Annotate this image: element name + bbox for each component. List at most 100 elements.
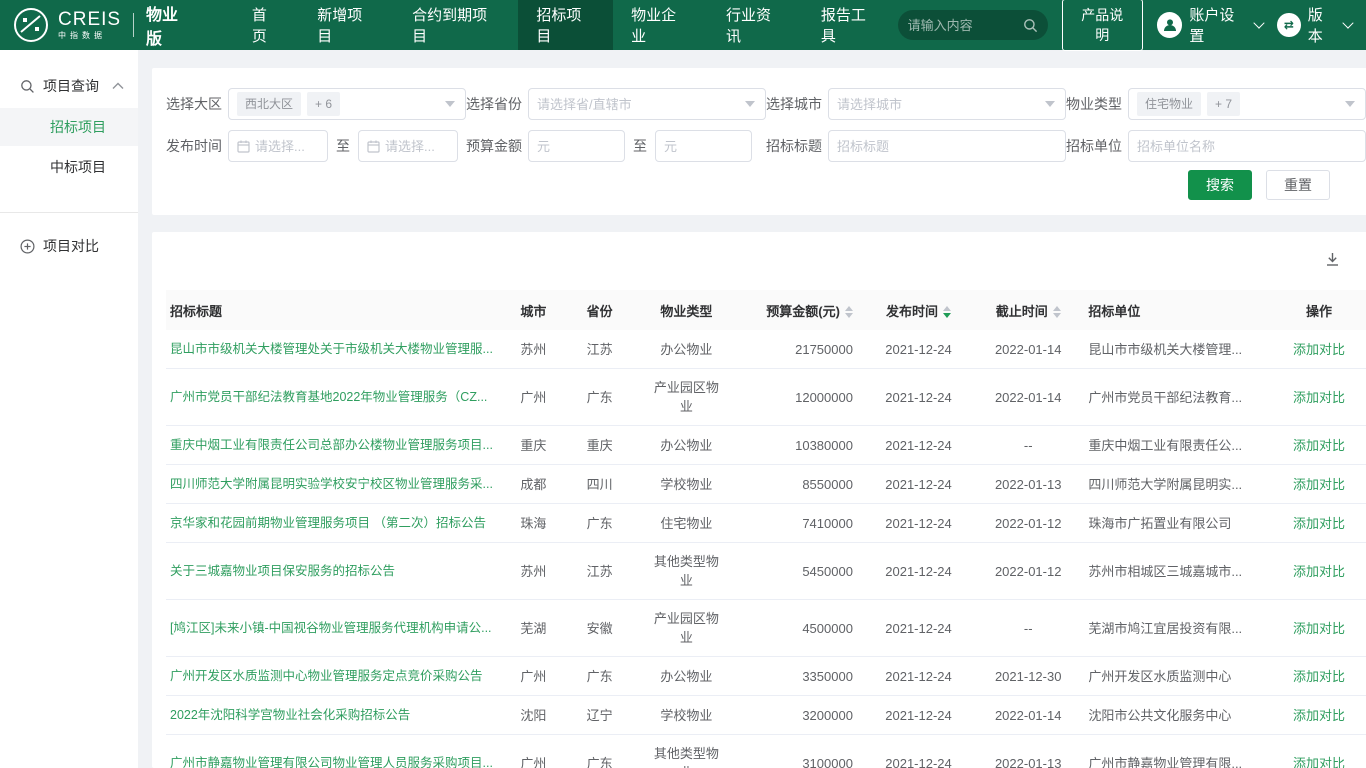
add-compare-link-wrap: 添加对比 [1272,426,1366,465]
type-cell: 办公物业 [660,340,712,359]
budget-min-input[interactable] [537,139,616,154]
add-compare-link-wrap: 添加对比 [1272,465,1366,504]
nav-item-3[interactable]: 招标项目 [518,0,613,50]
bidding-projects-table: 招标标题城市省份物业类型预算金额(元)发布时间截止时间招标单位操作 昆山市市级机… [166,290,1366,768]
publish-date-start-input[interactable] [255,139,319,154]
sidebar-group-project-query[interactable]: 项目查询 [0,72,138,100]
bid-title-link[interactable]: 四川师范大学附属昆明实验学校安宁校区物业管理服务采... [170,475,499,494]
account-settings-menu[interactable]: 账户设置 [1157,4,1263,46]
filter-bid-title: 招标标题 [766,130,1066,162]
add-compare-link[interactable]: 添加对比 [1293,438,1345,453]
add-compare-link[interactable]: 添加对比 [1293,516,1345,531]
column-header-label: 招标标题 [170,304,222,319]
column-header-6[interactable]: 截止时间 [972,290,1084,330]
sort-icon[interactable] [943,306,951,318]
version-menu[interactable]: ⇄ 版本 [1277,4,1352,46]
filter-panel: 选择大区 西北大区+ 6 选择省份 选择城市 [152,68,1366,215]
nav-item-0[interactable]: 首页 [234,0,299,50]
bid-title-link[interactable]: [鸠江区]未来小镇-中国视谷物业管理服务代理机构申请公... [170,619,499,638]
nav-item-5[interactable]: 行业资讯 [708,0,803,50]
download-icon[interactable] [1325,252,1340,267]
city-cell: 苏州 [503,543,564,600]
budget-max-input[interactable] [664,139,743,154]
budget-max-field[interactable] [655,130,752,162]
type-cell: 产业园区物业 [651,378,721,416]
bid-title-link[interactable]: 京华家和花园前期物业管理服务项目 （第二次）招标公告 [170,514,499,533]
global-search-box[interactable] [898,10,1048,40]
bid-unit-input[interactable] [1137,139,1357,154]
column-header-5[interactable]: 发布时间 [865,290,972,330]
top-nav: 首页新增项目合约到期项目招标项目物业企业行业资讯报告工具 [234,0,898,50]
bid-title-link[interactable]: 重庆中烟工业有限责任公司总部办公楼物业管理服务项目... [170,436,499,455]
search-icon[interactable] [1023,18,1038,33]
province-select-input[interactable] [537,97,757,112]
table-toolbar [166,232,1366,276]
bid-title-link[interactable]: 2022年沈阳科学宫物业社会化采购招标公告 [170,706,499,725]
sort-caret-down-icon [943,313,951,318]
publish-date-end-picker[interactable] [358,130,458,162]
nav-item-6[interactable]: 报告工具 [803,0,898,50]
budget-cell: 3200000 [737,696,865,735]
nav-item-1[interactable]: 新增项目 [299,0,394,50]
bid-title-link[interactable]: 昆山市市级机关大楼管理处关于市级机关大楼物业管理服... [170,340,499,359]
city-cell: 广州 [503,657,564,696]
sidebar-item-1[interactable]: 中标项目 [0,148,138,186]
budget-cell: 3100000 [737,735,865,768]
chevron-up-icon[interactable] [112,82,124,90]
reset-button[interactable]: 重置 [1266,170,1330,200]
column-header-label: 预算金额(元) [766,304,840,319]
city-select-input[interactable] [837,97,1057,112]
global-search-input[interactable] [908,18,1023,33]
bid-title-link[interactable]: 广州市静嘉物业管理有限公司物业管理人员服务采购项目... [170,754,499,768]
add-compare-link[interactable]: 添加对比 [1293,669,1345,684]
nav-item-4[interactable]: 物业企业 [613,0,708,50]
bid-title-link[interactable]: 广州开发区水质监测中心物业管理服务定点竞价采购公告 [170,667,499,686]
province-cell: 广东 [564,369,635,426]
type-cell-wrap: 其他类型物业 [635,543,737,600]
product-doc-button[interactable]: 产品说明 [1062,0,1143,51]
publish-date-cell: 2021-12-24 [865,369,972,426]
bid-title-link[interactable]: 广州市党员干部纪法教育基地2022年物业管理服务（CZ... [170,388,499,407]
sort-caret-down-icon [845,313,853,318]
sidebar-item-project-compare[interactable]: 项目对比 [0,229,138,263]
city-cell: 芜湖 [503,600,564,657]
search-button[interactable]: 搜索 [1188,170,1252,200]
publish-date-end-input[interactable] [385,139,449,154]
filter-bid-unit: 招标单位 [1066,130,1366,162]
table-row: 京华家和花园前期物业管理服务项目 （第二次）招标公告珠海广东住宅物业741000… [166,504,1366,543]
bid-title-link-wrap: 广州市党员干部纪法教育基地2022年物业管理服务（CZ... [166,369,503,426]
add-compare-link[interactable]: 添加对比 [1293,621,1345,636]
add-compare-link[interactable]: 添加对比 [1293,708,1345,723]
sidebar-item-0[interactable]: 招标项目 [0,108,138,146]
budget-min-field[interactable] [528,130,625,162]
add-compare-link[interactable]: 添加对比 [1293,756,1345,768]
sort-icon[interactable] [845,306,853,318]
province-cell: 广东 [564,504,635,543]
bid-title-field[interactable] [828,130,1066,162]
caret-down-icon [1045,101,1055,107]
region-select[interactable]: 西北大区+ 6 [228,88,466,120]
property-type-select[interactable]: 住宅物业+ 7 [1128,88,1366,120]
filter-budget-label: 预算金额 [466,136,528,156]
column-header-4[interactable]: 预算金额(元) [737,290,865,330]
column-header-label: 截止时间 [996,304,1048,319]
bid-title-input[interactable] [837,139,1057,154]
publish-date-start-picker[interactable] [228,130,328,162]
bid-unit-field[interactable] [1128,130,1366,162]
filter-province: 选择省份 [466,88,766,120]
type-cell: 其他类型物业 [651,552,721,590]
add-compare-link[interactable]: 添加对比 [1293,564,1345,579]
sort-icon[interactable] [1053,306,1061,318]
add-compare-link[interactable]: 添加对比 [1293,342,1345,357]
unit-cell: 沈阳市公共文化服务中心 [1084,696,1272,735]
column-header-1: 城市 [503,290,564,330]
bid-title-link[interactable]: 关于三城嘉物业项目保安服务的招标公告 [170,562,499,581]
nav-item-2[interactable]: 合约到期项目 [394,0,518,50]
province-cell: 重庆 [564,426,635,465]
add-compare-link[interactable]: 添加对比 [1293,477,1345,492]
unit-cell: 苏州市相城区三城嘉城市... [1084,543,1272,600]
topbar-right: 产品说明 账户设置 ⇄ 版本 [898,0,1366,50]
add-compare-link[interactable]: 添加对比 [1293,390,1345,405]
city-select[interactable] [828,88,1066,120]
province-select[interactable] [528,88,766,120]
